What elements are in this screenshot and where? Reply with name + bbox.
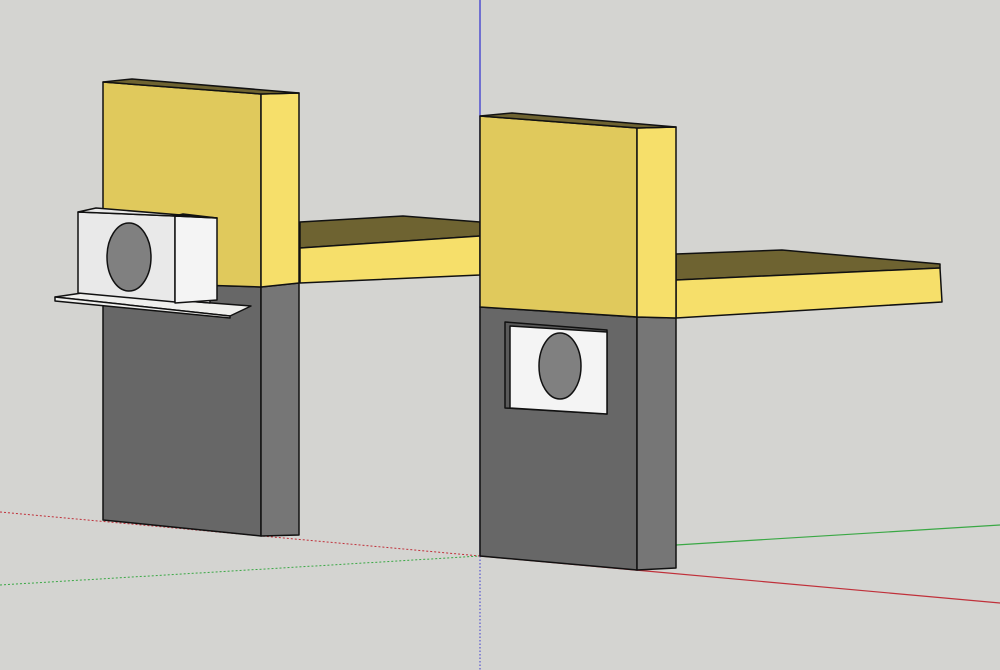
right-upper-front-face[interactable] [479,115,638,318]
sketchup-3d-viewport[interactable] [0,0,1000,670]
left-lower-front-face[interactable] [102,281,262,537]
right-ac-fan-icon [538,332,582,400]
right-upper-side-face[interactable] [636,126,677,319]
right-ac-unit[interactable] [504,321,608,415]
right-lower-side-face[interactable] [636,316,677,571]
model-canvas[interactable] [0,0,1000,670]
left-upper-side-face[interactable] [260,92,300,288]
left-lower-side-face[interactable] [260,282,300,537]
left-ac-right-face [174,215,218,304]
left-ac-fan-icon [106,222,152,292]
